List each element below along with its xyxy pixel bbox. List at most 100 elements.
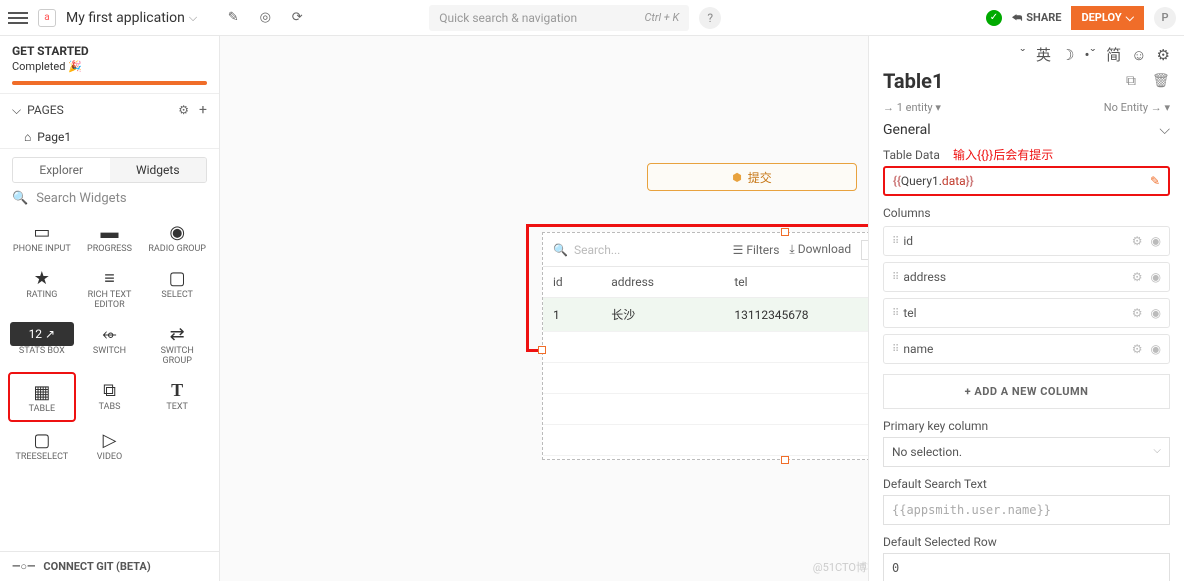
grip-icon[interactable]: ⠿ — [892, 344, 897, 355]
entity-incoming[interactable]: → 1 entity ▾ — [883, 101, 941, 114]
primary-key-select[interactable]: No selection.⌵ — [883, 437, 1170, 467]
ime-icon[interactable]: 英 — [1036, 44, 1051, 65]
gear-icon[interactable]: ⚙ — [1132, 342, 1143, 356]
widget-switch[interactable]: ⬰SWITCH — [76, 316, 144, 372]
help-icon[interactable]: ? — [699, 7, 721, 29]
copy-icon[interactable]: ⧉ — [1126, 73, 1144, 89]
explorer-widgets-tabs: Explorer Widgets — [12, 157, 207, 183]
gear-icon[interactable]: ⚙ — [1132, 234, 1143, 248]
download-button[interactable]: ⤓ Download — [789, 242, 851, 257]
left-panel: GET STARTED Completed 🎉 ⌵ PAGES ⚙ + ⌂Pag… — [0, 36, 220, 581]
chevron-down-icon: ⌵ — [1159, 122, 1170, 138]
search-icon: 🔍 — [12, 191, 28, 206]
grip-icon[interactable]: ⠿ — [892, 308, 897, 319]
canvas[interactable]: ⬢ 提交 Table1⚙ 🔍Search... ☰ Filters ⤓ Down… — [220, 36, 868, 581]
table-row[interactable] — [543, 363, 868, 394]
col-header[interactable]: tel — [724, 267, 868, 298]
column-config-item[interactable]: ⠿name⚙◉ — [883, 334, 1170, 364]
table-row[interactable]: 1长沙13112345678jack — [543, 298, 868, 332]
table-data-input[interactable]: {{Query1.data}} ✎ — [883, 166, 1170, 196]
global-search[interactable]: Quick search & navigation Ctrl + K — [429, 5, 689, 31]
eye-icon[interactable]: ◉ — [1151, 342, 1161, 356]
entity-outgoing[interactable]: No Entity → ▾ — [1104, 101, 1170, 114]
prev-page-button[interactable]: ‹ — [861, 240, 868, 260]
delete-icon[interactable]: 🗑 — [1152, 73, 1170, 89]
column-config-item[interactable]: ⠿id⚙◉ — [883, 226, 1170, 256]
share-icon: ⮪ — [1012, 11, 1022, 25]
progress-bar — [12, 81, 207, 85]
chevron-down-icon: ⌵ — [12, 103, 21, 118]
eye-icon[interactable]: ◉ — [1151, 234, 1161, 248]
connect-git-button[interactable]: —○— CONNECT GIT (BETA) — [0, 551, 219, 581]
add-column-button[interactable]: + ADD A NEW COLUMN — [883, 374, 1170, 409]
ime-icon[interactable]: •ˇ — [1084, 46, 1096, 64]
shield-icon: ⬢ — [732, 171, 742, 184]
widget-title[interactable]: Table1 — [883, 69, 1118, 93]
search-kbd: Ctrl + K — [644, 11, 679, 24]
ime-icon[interactable]: 简 — [1106, 44, 1121, 65]
edit-icon[interactable]: ✎ — [1150, 174, 1160, 188]
eye-icon[interactable]: ◎ — [253, 6, 277, 30]
table-row[interactable] — [543, 425, 868, 456]
eye-icon[interactable]: ◉ — [1151, 306, 1161, 320]
submit-button-widget[interactable]: ⬢ 提交 — [647, 163, 857, 191]
widget-table[interactable]: ▦TABLE — [8, 372, 76, 422]
grip-icon[interactable]: ⠿ — [892, 272, 897, 283]
chevron-down-icon[interactable]: ⌵ — [189, 11, 197, 25]
edit-icon[interactable]: ✎ — [221, 6, 245, 30]
column-config-item[interactable]: ⠿tel⚙◉ — [883, 298, 1170, 328]
refresh-icon[interactable]: ⟳ — [285, 6, 309, 30]
table-search-input[interactable]: 🔍Search... — [553, 243, 723, 257]
widget-video[interactable]: ▷VIDEO — [76, 422, 144, 468]
ime-icon[interactable]: ˇ — [1019, 46, 1026, 64]
filters-button[interactable]: ☰ Filters — [733, 243, 780, 257]
col-header[interactable]: address — [601, 267, 724, 298]
gear-icon[interactable]: ⚙ — [1132, 306, 1143, 320]
column-config-item[interactable]: ⠿address⚙◉ — [883, 262, 1170, 292]
widget-rating[interactable]: ★RATING — [8, 260, 76, 316]
widget-switch-group[interactable]: ⇄SWITCH GROUP — [143, 316, 211, 372]
section-general[interactable]: General⌵ — [883, 122, 1170, 138]
add-page-icon[interactable]: + — [199, 102, 207, 118]
gear-icon[interactable]: ⚙ — [1157, 46, 1170, 64]
widget-radio-group[interactable]: ◉RADIO GROUP — [143, 214, 211, 260]
gear-icon[interactable]: ⚙ — [178, 103, 189, 117]
tab-explorer[interactable]: Explorer — [13, 158, 110, 182]
page-item[interactable]: ⌂Page1 — [0, 126, 219, 148]
home-icon: ⌂ — [24, 130, 31, 144]
chevron-down-icon: ⌵ — [1126, 11, 1134, 25]
widget-stats-box[interactable]: 12 ↗STATS BOX — [8, 316, 76, 372]
widget-rich-text[interactable]: ≡RICH TEXT EDITOR — [76, 260, 144, 316]
emoji-icon[interactable]: ☺ — [1131, 46, 1146, 64]
table-row[interactable] — [543, 394, 868, 425]
hamburger-icon[interactable] — [8, 12, 28, 24]
avatar[interactable]: P — [1154, 7, 1176, 29]
app-name[interactable]: My first application — [66, 10, 185, 26]
label-columns: Columns — [883, 206, 1170, 220]
widget-tabs[interactable]: ⧉TABS — [76, 372, 144, 422]
table-widget[interactable]: Table1⚙ 🔍Search... ☰ Filters ⤓ Download … — [542, 232, 868, 460]
grip-icon[interactable]: ⠿ — [892, 236, 897, 247]
tab-widgets[interactable]: Widgets — [110, 158, 207, 182]
search-widgets-input[interactable]: 🔍 Search Widgets — [0, 183, 219, 214]
gear-icon[interactable]: ⚙ — [1132, 270, 1143, 284]
widget-phone-input[interactable]: ▭PHONE INPUT — [8, 214, 76, 260]
eye-icon[interactable]: ◉ — [1151, 270, 1161, 284]
widget-text[interactable]: TTEXT — [143, 372, 211, 422]
widget-treeselect[interactable]: ▢TREESELECT — [8, 422, 76, 468]
moon-icon[interactable]: ☽ — [1061, 46, 1074, 64]
share-button[interactable]: ⮪SHARE — [1012, 11, 1062, 25]
widget-select[interactable]: ▢SELECT — [143, 260, 211, 316]
search-placeholder: Quick search & navigation — [439, 11, 577, 25]
widget-progress[interactable]: ▬PROGRESS — [76, 214, 144, 260]
table-row[interactable] — [543, 332, 868, 363]
status-ok-icon: ✓ — [986, 10, 1002, 26]
col-header[interactable]: id — [543, 267, 601, 298]
default-search-input[interactable]: {{appsmith.user.name}} — [883, 495, 1170, 525]
pages-header[interactable]: ⌵ PAGES ⚙ + — [0, 94, 219, 126]
watermark: @51CTO博客 — [813, 559, 868, 575]
deploy-button[interactable]: DEPLOY⌵ — [1071, 6, 1144, 30]
completed-label: Completed 🎉 — [0, 60, 219, 81]
get-started-head: GET STARTED — [0, 36, 219, 60]
default-row-input[interactable]: 0 — [883, 553, 1170, 581]
